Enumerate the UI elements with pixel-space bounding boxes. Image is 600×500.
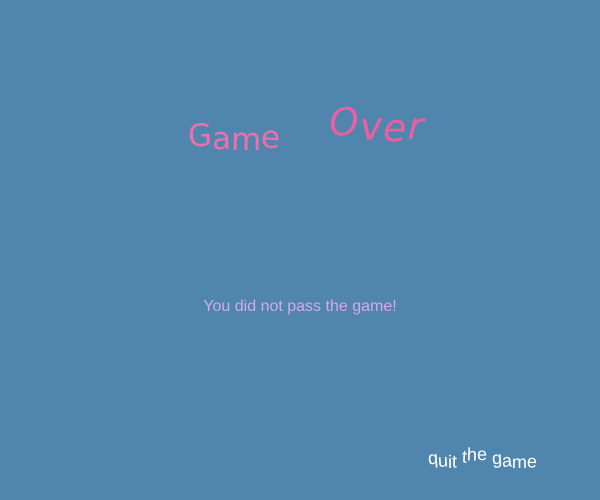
game-over-title-word-1: Game [187,117,282,159]
quit-button[interactable]: quit the game [427,444,537,472]
result-message: You did not pass the game! [203,298,397,315]
game-over-title-word-2: Over [327,99,425,151]
